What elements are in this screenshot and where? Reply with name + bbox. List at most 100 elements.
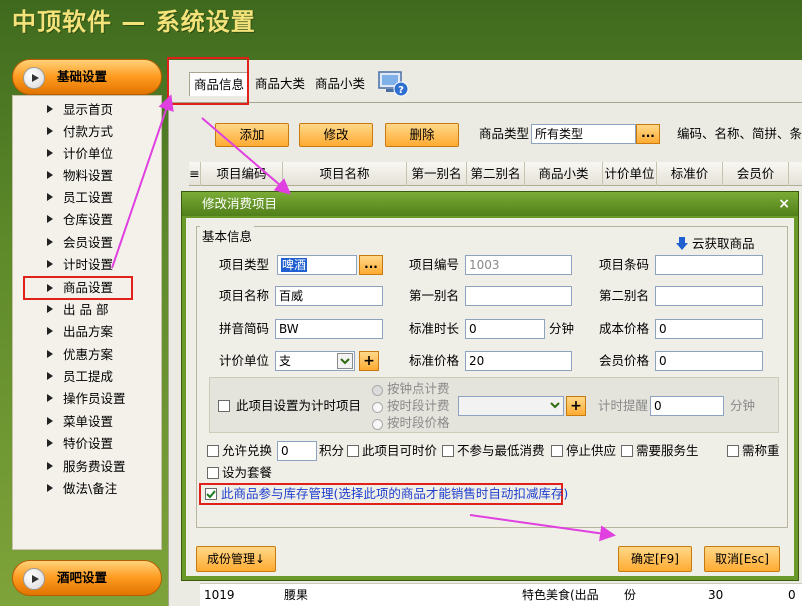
tab-product-subcategory[interactable]: 商品小类 (311, 72, 369, 96)
triangle-icon (47, 305, 53, 313)
no-min-charge-checkbox[interactable] (442, 445, 454, 457)
nav-item-unit[interactable]: 计价单位 (23, 143, 148, 164)
col-alias2[interactable]: 第二别名 (467, 162, 525, 186)
need-waiter-checkbox[interactable] (621, 445, 633, 457)
nav-item-notes[interactable]: 做法\备注 (23, 478, 148, 499)
remind-input[interactable]: 0 (650, 396, 724, 416)
col-std-price[interactable]: 标准价 (657, 162, 723, 186)
nav-item-commission[interactable]: 员工提成 (23, 366, 148, 387)
nav-item-staff[interactable]: 员工设置 (23, 187, 148, 208)
stop-supply-checkbox[interactable] (551, 445, 563, 457)
nav-item-warehouse[interactable]: 仓库设置 (23, 209, 148, 230)
radio-by-period-price[interactable] (372, 419, 383, 430)
set-meal-checkbox[interactable] (207, 467, 219, 479)
basic-info-legend: 基本信息 (200, 226, 255, 245)
nav-item-material[interactable]: 物料设置 (23, 165, 148, 186)
cancel-button[interactable]: 取消[Esc] (704, 546, 780, 572)
nav-item-service-fee[interactable]: 服务费设置 (23, 456, 148, 477)
col-name[interactable]: 项目名称 (283, 162, 407, 186)
nav-basic-settings-header[interactable]: 基础设置 (12, 59, 162, 95)
nav-item-output-plan[interactable]: 出品方案 (23, 321, 148, 342)
exchange-points-input[interactable]: 0 (277, 441, 317, 461)
nav-item-timer[interactable]: 计时设置 (23, 254, 148, 275)
pinyin-label: 拼音简码 (219, 321, 270, 336)
nav-item-operator[interactable]: 操作员设置 (23, 388, 148, 409)
chevron-down-icon[interactable] (337, 353, 353, 369)
col-unit[interactable]: 计价单位 (603, 162, 657, 186)
monitor-help-icon[interactable]: ? (377, 70, 409, 98)
play-circle-icon (23, 568, 45, 590)
alias2-input[interactable] (655, 286, 763, 306)
triangle-icon (47, 462, 53, 470)
chevron-down-icon[interactable] (548, 398, 562, 414)
delete-button[interactable]: 删除 (385, 123, 459, 147)
item-type-label: 项目类型 (219, 257, 270, 272)
nav-bar-settings-header[interactable]: 酒吧设置 (12, 560, 162, 596)
triangle-icon (47, 439, 53, 447)
unit-add-button[interactable]: + (359, 351, 379, 371)
nav-panel: 显示首页 付款方式 计价单位 物料设置 员工设置 仓库设置 会员设置 计时设置 … (12, 95, 162, 550)
item-code-input[interactable]: 1003 (465, 255, 572, 275)
col-member-price[interactable]: 会员价 (723, 162, 789, 186)
triangle-icon (47, 284, 53, 292)
inventory-label: 此商品参与库存管理(选择此项的商品才能销售时自动扣减库存) (221, 486, 569, 501)
nav-item-discount[interactable]: 优惠方案 (23, 344, 148, 365)
item-type-input[interactable]: 啤酒 (277, 255, 357, 275)
alias2-label: 第二别名 (599, 288, 650, 303)
component-management-button[interactable]: 成份管理↓ (196, 546, 276, 572)
col-alias1[interactable]: 第一别名 (407, 162, 467, 186)
col-subcategory[interactable]: 商品小类 (525, 162, 603, 186)
nav-item-special-price[interactable]: 特价设置 (23, 433, 148, 454)
nav-item-member[interactable]: 会员设置 (23, 232, 148, 253)
cost-input[interactable]: 0 (655, 319, 763, 339)
tab-product-category[interactable]: 商品大类 (251, 72, 309, 96)
timed-price-checkbox[interactable] (347, 445, 359, 457)
triangle-icon (47, 372, 53, 380)
nav-item-output-dept[interactable]: 出 品 部 (23, 299, 148, 320)
col-code[interactable]: 项目编码 (201, 162, 283, 186)
item-barcode-input[interactable] (655, 255, 763, 275)
triangle-icon (47, 215, 53, 223)
grid-header: ≡ 项目编码 项目名称 第一别名 第二别名 商品小类 计价单位 标准价 会员价 (189, 162, 802, 186)
close-icon[interactable]: × (778, 192, 790, 216)
timer-item-checkbox[interactable] (218, 400, 230, 412)
std-price-input[interactable]: 20 (465, 351, 572, 371)
svg-text:?: ? (398, 85, 404, 96)
triangle-icon (47, 484, 53, 492)
timer-settings-box: 此项目设置为计时项目 按钟点计费 按时段计费 按时段价格 + 计时提醒 0 分钟 (209, 377, 779, 433)
alias1-input[interactable] (465, 286, 572, 306)
triangle-icon (47, 394, 53, 402)
item-code-label: 项目编号 (409, 257, 460, 272)
period-add-button[interactable]: + (566, 396, 586, 416)
item-barcode-label: 项目条码 (599, 257, 650, 272)
edit-button[interactable]: 修改 (299, 123, 373, 147)
table-row[interactable]: 1019 腰果 特色美食(出品 份 30 0 (200, 583, 802, 606)
nav-item-menu[interactable]: 菜单设置 (23, 411, 148, 432)
pinyin-input[interactable]: BW (275, 319, 383, 339)
duration-unit: 分钟 (549, 321, 575, 336)
radio-by-hour[interactable] (372, 385, 383, 396)
allow-exchange-checkbox[interactable] (207, 445, 219, 457)
add-button[interactable]: 添加 (215, 123, 289, 147)
cloud-fetch-button[interactable]: 云获取商品 (675, 235, 775, 253)
product-type-dots-button[interactable]: ... (636, 124, 660, 144)
product-type-select[interactable]: 所有类型 (531, 124, 636, 144)
dialog-title: 修改消费项目 (182, 192, 798, 216)
nav-item-home[interactable]: 显示首页 (23, 99, 148, 120)
radio-by-period[interactable] (372, 402, 383, 413)
triangle-icon (47, 350, 53, 358)
duration-input[interactable]: 0 (465, 319, 545, 339)
grid-menu-icon[interactable]: ≡ (189, 162, 201, 186)
edit-item-dialog: 修改消费项目 × 基本信息 云获取商品 项目类型 啤酒 ... 项目编号 100… (181, 191, 799, 581)
inventory-checkbox[interactable] (205, 488, 217, 500)
item-type-dots-button[interactable]: ... (359, 255, 383, 275)
member-price-input[interactable]: 0 (655, 351, 763, 371)
need-weigh-checkbox[interactable] (727, 445, 739, 457)
item-name-input[interactable]: 百威 (275, 286, 383, 306)
ok-button[interactable]: 确定[F9] (618, 546, 692, 572)
nav-item-payment[interactable]: 付款方式 (23, 121, 148, 142)
dialog-body: 基本信息 云获取商品 项目类型 啤酒 ... 项目编号 1003 项目条码 项目… (186, 218, 794, 576)
nav-item-product[interactable]: 商品设置 (23, 276, 133, 300)
cost-label: 成本价格 (599, 321, 650, 336)
alias1-label: 第一别名 (409, 288, 460, 303)
